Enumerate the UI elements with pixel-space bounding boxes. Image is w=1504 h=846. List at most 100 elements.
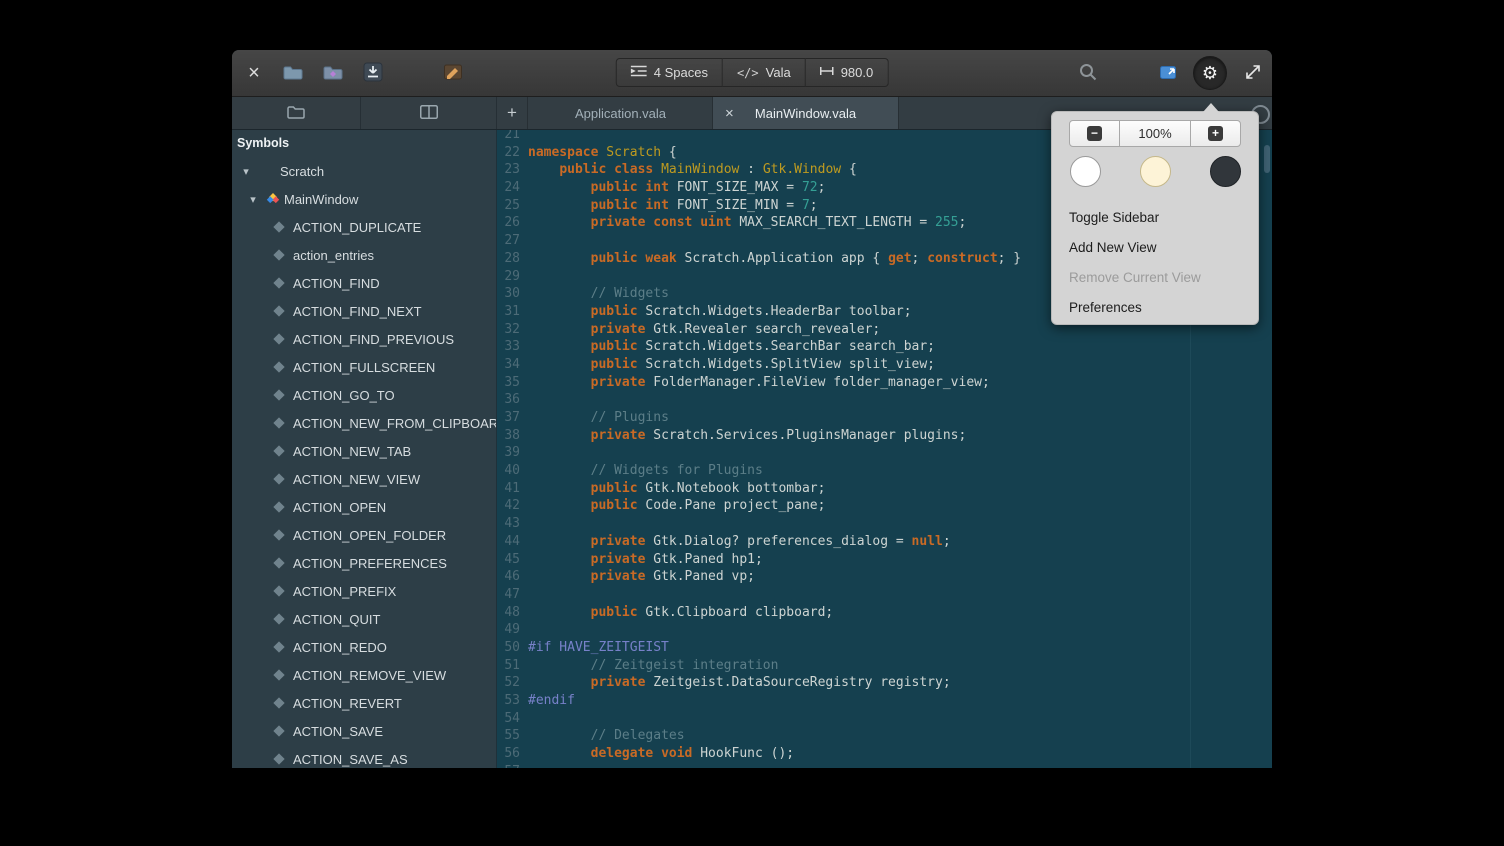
- code-line-37[interactable]: 37 // Plugins: [497, 409, 1272, 427]
- code-line-47[interactable]: 47: [497, 586, 1272, 604]
- settings-button[interactable]: ⚙: [1193, 56, 1227, 90]
- line-number: 43: [497, 515, 520, 533]
- code-line-54[interactable]: 54: [497, 710, 1272, 728]
- symbol-row-action-fullscreen[interactable]: ACTION_FULLSCREEN: [232, 353, 496, 381]
- language-button[interactable]: </> Vala: [723, 58, 806, 87]
- line-number: 42: [497, 497, 520, 515]
- code-line-38[interactable]: 38 private Scratch.Services.PluginsManag…: [497, 427, 1272, 445]
- code-text: // Widgets: [528, 285, 669, 303]
- close-button[interactable]: ×: [240, 59, 268, 87]
- symbol-row-scratch[interactable]: ▾Scratch: [232, 157, 496, 185]
- symbol-row-action-open-folder[interactable]: ACTION_OPEN_FOLDER: [232, 521, 496, 549]
- line-number: 30: [497, 285, 520, 303]
- folder-open-icon: [283, 64, 303, 83]
- code-line-56[interactable]: 56 delegate void HookFunc ();: [497, 745, 1272, 763]
- symbol-row-action-new-from-clipboard[interactable]: ACTION_NEW_FROM_CLIPBOARD: [232, 409, 496, 437]
- open-folder-button[interactable]: [317, 58, 349, 88]
- templates-button[interactable]: [437, 58, 469, 88]
- code-line-39[interactable]: 39: [497, 444, 1272, 462]
- style-dark-button[interactable]: [1210, 156, 1241, 187]
- symbol-row-action-redo[interactable]: ACTION_REDO: [232, 633, 496, 661]
- symbol-row-action-prefix[interactable]: ACTION_PREFIX: [232, 577, 496, 605]
- code-line-46[interactable]: 46 private Gtk.Paned vp;: [497, 568, 1272, 586]
- symbol-row-action-find-next[interactable]: ACTION_FIND_NEXT: [232, 297, 496, 325]
- editor-scrollbar[interactable]: [1264, 145, 1270, 173]
- menu-item-toggle-sidebar[interactable]: Toggle Sidebar: [1052, 203, 1258, 233]
- save-button[interactable]: [357, 58, 389, 88]
- tab-label: Application.vala: [575, 106, 666, 121]
- tab-application-vala[interactable]: Application.vala: [527, 97, 713, 129]
- folder-icon: [287, 105, 305, 122]
- zoom-out-button[interactable]: −: [1069, 120, 1120, 147]
- code-line-43[interactable]: 43: [497, 515, 1272, 533]
- zoom-level[interactable]: 100%: [1120, 120, 1190, 147]
- code-line-35[interactable]: 35 private FolderManager.FileView folder…: [497, 374, 1272, 392]
- symbol-row-action-save-as[interactable]: ACTION_SAVE_AS: [232, 745, 496, 768]
- code-line-55[interactable]: 55 // Delegates: [497, 727, 1272, 745]
- chevron-down-icon[interactable]: ▾: [245, 193, 261, 206]
- style-sepia-button[interactable]: [1140, 156, 1171, 187]
- code-line-48[interactable]: 48 public Gtk.Clipboard clipboard;: [497, 604, 1272, 622]
- symbol-row-action-save[interactable]: ACTION_SAVE: [232, 717, 496, 745]
- symbol-label: ACTION_FIND_PREVIOUS: [293, 332, 454, 347]
- code-line-42[interactable]: 42 public Code.Pane project_pane;: [497, 497, 1272, 515]
- symbol-row-action-new-view[interactable]: ACTION_NEW_VIEW: [232, 465, 496, 493]
- line-number: 34: [497, 356, 520, 374]
- code-line-36[interactable]: 36: [497, 391, 1272, 409]
- line-number: 22: [497, 144, 520, 162]
- code-line-45[interactable]: 45 private Gtk.Paned hp1;: [497, 551, 1272, 569]
- code-line-44[interactable]: 44 private Gtk.Dialog? preferences_dialo…: [497, 533, 1272, 551]
- symbol-diamond-icon: [273, 753, 284, 764]
- search-button[interactable]: [1072, 58, 1104, 88]
- symbol-diamond-icon: [273, 389, 284, 400]
- share-button[interactable]: [1154, 58, 1186, 88]
- new-tab-button[interactable]: +: [497, 97, 527, 129]
- menu-item-add-new-view[interactable]: Add New View: [1052, 233, 1258, 263]
- symbol-row-mainwindow[interactable]: ▾MainWindow: [232, 185, 496, 213]
- style-light-button[interactable]: [1070, 156, 1101, 187]
- symbol-diamond-icon: [273, 585, 284, 596]
- code-line-40[interactable]: 40 // Widgets for Plugins: [497, 462, 1272, 480]
- line-number: 57: [497, 763, 520, 768]
- split-view-icon: [420, 105, 438, 122]
- line-number: 25: [497, 197, 520, 215]
- code-brackets-icon: </>: [737, 66, 759, 80]
- symbol-row-action-entries[interactable]: action_entries: [232, 241, 496, 269]
- indent-width-button[interactable]: 4 Spaces: [616, 58, 723, 87]
- chevron-down-icon[interactable]: ▾: [238, 165, 254, 178]
- symbol-row-action-open[interactable]: ACTION_OPEN: [232, 493, 496, 521]
- menu-item-preferences[interactable]: Preferences: [1052, 293, 1258, 323]
- symbol-row-action-preferences[interactable]: ACTION_PREFERENCES: [232, 549, 496, 577]
- code-line-33[interactable]: 33 public Scratch.Widgets.SearchBar sear…: [497, 338, 1272, 356]
- zoom-in-button[interactable]: +: [1190, 120, 1241, 147]
- split-view-toggle-button[interactable]: [362, 97, 497, 129]
- zoom-control: − 100% +: [1052, 120, 1258, 147]
- code-line-49[interactable]: 49: [497, 621, 1272, 639]
- tab-mainwindow-vala[interactable]: × MainWindow.vala: [712, 97, 899, 129]
- code-line-34[interactable]: 34 public Scratch.Widgets.SplitView spli…: [497, 356, 1272, 374]
- fullscreen-button[interactable]: [1237, 58, 1269, 88]
- code-line-50[interactable]: 50#if HAVE_ZEITGEIST: [497, 639, 1272, 657]
- open-file-button[interactable]: [277, 58, 309, 88]
- project-folder-toggle-button[interactable]: [232, 97, 361, 129]
- symbol-row-action-new-tab[interactable]: ACTION_NEW_TAB: [232, 437, 496, 465]
- tab-close-button[interactable]: ×: [721, 97, 738, 129]
- header-bar: ×: [232, 50, 1272, 97]
- code-line-51[interactable]: 51 // Zeitgeist integration: [497, 657, 1272, 675]
- symbol-row-action-find-previous[interactable]: ACTION_FIND_PREVIOUS: [232, 325, 496, 353]
- symbol-row-action-revert[interactable]: ACTION_REVERT: [232, 689, 496, 717]
- line-number: 28: [497, 250, 520, 268]
- code-line-53[interactable]: 53#endif: [497, 692, 1272, 710]
- symbol-label: ACTION_REDO: [293, 640, 387, 655]
- symbol-row-action-duplicate[interactable]: ACTION_DUPLICATE: [232, 213, 496, 241]
- symbol-row-action-find[interactable]: ACTION_FIND: [232, 269, 496, 297]
- class-icon: [266, 193, 280, 206]
- symbol-row-action-remove-view[interactable]: ACTION_REMOVE_VIEW: [232, 661, 496, 689]
- symbol-row-action-go-to[interactable]: ACTION_GO_TO: [232, 381, 496, 409]
- code-line-41[interactable]: 41 public Gtk.Notebook bottombar;: [497, 480, 1272, 498]
- code-line-52[interactable]: 52 private Zeitgeist.DataSourceRegistry …: [497, 674, 1272, 692]
- code-line-57[interactable]: 57: [497, 763, 1272, 768]
- symbols-tree: ▾Scratch▾MainWindowACTION_DUPLICATEactio…: [232, 157, 496, 768]
- symbol-row-action-quit[interactable]: ACTION_QUIT: [232, 605, 496, 633]
- goto-line-button[interactable]: 980.0: [806, 58, 889, 87]
